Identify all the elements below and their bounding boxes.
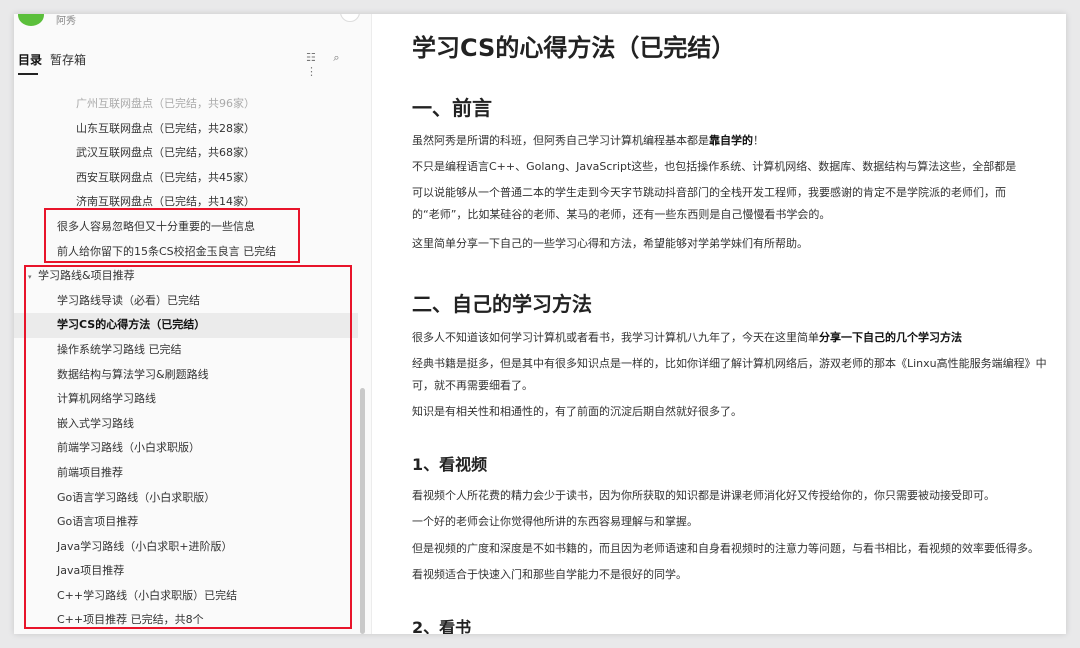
toc-item-label: 济南互联网盘点（已完结，共14家） (76, 195, 255, 209)
paragraph: 可以说能够从一个普通二本的学生走到今天字节跳动抖音部门的全栈开发工程师，我要感谢… (412, 185, 1006, 201)
toc-item-label: Java项目推荐 (57, 564, 125, 578)
tab-toc[interactable]: 目录 (18, 51, 42, 68)
toc-item-label: 数据结构与算法学习&刷题路线 (57, 367, 209, 381)
toc-item-label: 学习路线&项目推荐 (38, 269, 135, 283)
paragraph-text: 这里简单分享一下自己的一些学习心得和方法，希望能够对学弟学妹们有所帮助。 (412, 237, 808, 250)
toc-item[interactable]: 数据结构与算法学习&刷题路线 (14, 363, 358, 388)
paragraph-text: 知识是有相关性和相通性的，有了前面的沉淀后期自然就好很多了。 (412, 405, 742, 418)
paragraph: 但是视频的广度和深度是不如书籍的，而且因为老师语速和自身看视频时的注意力等问题，… (412, 541, 1039, 557)
paragraph-text: ！ (753, 134, 764, 147)
bold-text: 靠自学的 (709, 134, 753, 147)
toc-item-label: Go语言学习路线（小白求职版） (57, 490, 216, 504)
heading-book: 2、看书 (412, 618, 472, 634)
sidebar-tabs: 目录 暂存箱 ☷ ⌕ ⋮ (14, 48, 371, 78)
paragraph-text: 看视频个人所花费的精力会少于读书，因为你所获取的知识都是讲课老师消化好又传授给你… (412, 489, 995, 502)
toc-item[interactable]: Java学习路线（小白求职+进阶版） (14, 535, 358, 560)
toc-item[interactable]: 学习CS的心得方法（已完结） (14, 313, 358, 338)
paragraph-text: 可以说能够从一个普通二本的学生走到今天字节跳动抖音部门的全栈开发工程师，我要感谢… (412, 186, 1006, 199)
toc-item-label: Go语言项目推荐 (57, 515, 139, 529)
paragraph: 虽然阿秀是所谓的科班，但阿秀自己学习计算机编程基本都是靠自学的！ (412, 133, 764, 149)
toc-item[interactable]: 前端学习路线（小白求职版） (14, 436, 358, 461)
sidebar: 阿秀 目录 暂存箱 ☷ ⌕ ⋮ 广州互联网盘点（已完结，共96家） 山东互联网盘点… (14, 14, 372, 634)
heading-method: 二、自己的学习方法 (412, 292, 592, 316)
toc-item[interactable]: C++学习路线（小白求职版）已完结 (14, 584, 358, 609)
author-name: 阿秀 (56, 16, 76, 27)
paragraph-text: 很多人不知道该如何学习计算机或者看书，我学习计算机八九年了，今天在这里简单 (412, 331, 819, 344)
toc-item[interactable]: 很多人容易忽略但又十分重要的一些信息 (14, 215, 358, 240)
paragraph-text: 一个好的老师会让你觉得他所讲的东西容易理解与和掌握。 (412, 515, 698, 528)
app-window: 阿秀 目录 暂存箱 ☷ ⌕ ⋮ 广州互联网盘点（已完结，共96家） 山东互联网盘点… (14, 14, 1066, 634)
toc-item-label: 西安互联网盘点（已完结，共45家） (76, 170, 255, 184)
paragraph-text: 的“老师”，比如某硅谷的老师、某马的老师，还有一些东西则是自己慢慢看书学会的。 (412, 208, 831, 221)
paragraph: 可，就不再需要细看了。 (412, 378, 533, 394)
toc-item[interactable]: 操作系统学习路线 已完结 (14, 338, 358, 363)
paragraph-text: 虽然阿秀是所谓的科班，但阿秀自己学习计算机编程基本都是 (412, 134, 709, 147)
toc-item[interactable]: 前端项目推荐 (14, 461, 358, 486)
toc-item-label: 前端项目推荐 (57, 465, 123, 479)
toc-item[interactable]: 广州互联网盘点（已完结，共96家） (14, 92, 358, 117)
active-tab-indicator (18, 73, 38, 75)
toc-item-label: 操作系统学习路线 已完结 (57, 342, 182, 356)
toc-item-label: C++学习路线（小白求职版）已完结 (57, 588, 238, 602)
paragraph-text: 经典书籍是挺多，但是其中有很多知识点是一样的，比如你详细了解计算机网络后，游双老… (412, 357, 1047, 370)
site-logo[interactable] (18, 14, 44, 26)
heading-video: 1、看视频 (412, 455, 488, 474)
toc-item-label: 学习路线导读（必看）已完结 (57, 293, 200, 307)
toc-item[interactable]: 前人给你留下的15条CS校招金玉良言 已完结 (14, 240, 358, 265)
paragraph: 这里简单分享一下自己的一些学习心得和方法，希望能够对学弟学妹们有所帮助。 (412, 236, 808, 252)
toc-item-label: 山东互联网盘点（已完结，共28家） (76, 121, 255, 135)
toc-item[interactable]: 山东互联网盘点（已完结，共28家） (14, 117, 358, 142)
paragraph-text: 但是视频的广度和深度是不如书籍的，而且因为老师语速和自身看视频时的注意力等问题，… (412, 542, 1039, 555)
toc-list: 广州互联网盘点（已完结，共96家） 山东互联网盘点（已完结，共28家） 武汉互联网盘… (14, 92, 358, 633)
toc-item-label: 前人给你留下的15条CS校招金玉良言 已完结 (57, 244, 277, 258)
toc-item[interactable]: 学习路线导读（必看）已完结 (14, 289, 358, 314)
toolbar-icons[interactable]: ☷ ⌕ ⋮ (306, 51, 371, 78)
paragraph: 知识是有相关性和相通性的，有了前面的沉淀后期自然就好很多了。 (412, 404, 742, 420)
caret-down-icon[interactable]: ▾ (28, 265, 38, 290)
toc-item[interactable]: 武汉互联网盘点（已完结，共68家） (14, 141, 358, 166)
toc-item[interactable]: Go语言学习路线（小白求职版） (14, 486, 358, 511)
sidebar-scrollbar[interactable] (360, 388, 365, 634)
paragraph: 的“老师”，比如某硅谷的老师、某马的老师，还有一些东西则是自己慢慢看书学会的。 (412, 207, 830, 223)
bold-text: 分享一下自己的几个学习方法 (819, 331, 962, 344)
collapse-button[interactable] (340, 14, 360, 22)
toc-item[interactable]: 济南互联网盘点（已完结，共14家） (14, 190, 358, 215)
paragraph: 经典书籍是挺多，但是其中有很多知识点是一样的，比如你详细了解计算机网络后，游双老… (412, 356, 1047, 372)
paragraph-text: 可，就不再需要细看了。 (412, 379, 533, 392)
toc-item[interactable]: 嵌入式学习路线 (14, 412, 358, 437)
toc-item[interactable]: 计算机网络学习路线 (14, 387, 358, 412)
toc-item-label: C++项目推荐 已完结，共8个 (57, 613, 204, 627)
paragraph: 看视频个人所花费的精力会少于读书，因为你所获取的知识都是讲课老师消化好又传授给你… (412, 488, 995, 504)
toc-item-label: 武汉互联网盘点（已完结，共68家） (76, 146, 255, 160)
toc-item-label: 广州互联网盘点（已完结，共96家） (76, 97, 255, 110)
paragraph: 很多人不知道该如何学习计算机或者看书，我学习计算机八九年了，今天在这里简单分享一… (412, 330, 962, 346)
toc-item[interactable]: 西安互联网盘点（已完结，共45家） (14, 166, 358, 191)
paragraph-text: 看视频适合于快速入门和那些自学能力不是很好的同学。 (412, 568, 687, 581)
toc-item[interactable]: C++项目推荐 已完结，共8个 (14, 608, 358, 633)
heading-intro: 一、前言 (412, 96, 492, 120)
toc-item[interactable]: Go语言项目推荐 (14, 510, 358, 535)
paragraph: 看视频适合于快速入门和那些自学能力不是很好的同学。 (412, 567, 687, 583)
paragraph: 一个好的老师会让你觉得他所讲的东西容易理解与和掌握。 (412, 514, 698, 530)
tab-drafts[interactable]: 暂存箱 (50, 51, 86, 68)
paragraph-text: 不只是编程语言C++、Golang、JavaScript这些，也包括操作系统、计… (412, 160, 1017, 173)
toc-item-label: 计算机网络学习路线 (57, 392, 156, 406)
toc-item-label: 很多人容易忽略但又十分重要的一些信息 (57, 219, 255, 233)
toc-item-label: 前端学习路线（小白求职版） (57, 441, 200, 455)
toc-item-label: Java学习路线（小白求职+进阶版） (57, 539, 233, 553)
toc-item-label: 嵌入式学习路线 (57, 416, 134, 430)
article-content: 学习CS的心得方法（已完结） 一、前言 虽然阿秀是所谓的科班，但阿秀自己学习计算… (412, 14, 1066, 634)
paragraph: 不只是编程语言C++、Golang、JavaScript这些，也包括操作系统、计… (412, 159, 1016, 175)
toc-section[interactable]: ▾ 学习路线&项目推荐 (14, 264, 358, 289)
article-title: 学习CS的心得方法（已完结） (412, 34, 736, 62)
toc-item-label: 学习CS的心得方法（已完结） (57, 318, 206, 332)
toc-item[interactable]: Java项目推荐 (14, 559, 358, 584)
